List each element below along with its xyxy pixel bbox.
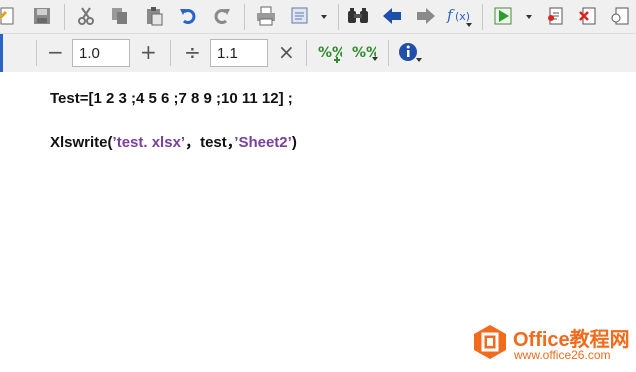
- increment-value-input[interactable]: [72, 39, 130, 67]
- decrement-button[interactable]: −: [47, 40, 64, 64]
- copy-icon[interactable]: [108, 4, 132, 28]
- redo-icon[interactable]: [210, 4, 234, 28]
- code-line-1: Test=[1 2 3 ;4 5 6 ;7 8 9 ;10 11 12] ;: [50, 90, 293, 107]
- watermark-logo: Office教程网 www.office26.com: [472, 320, 636, 366]
- divide-button[interactable]: ÷: [184, 40, 201, 64]
- toolbar-separator: [244, 4, 245, 30]
- back-arrow-icon[interactable]: [380, 4, 404, 28]
- watermark-url-text: www.office26.com: [514, 348, 611, 362]
- multiply-button[interactable]: ×: [278, 40, 295, 64]
- toolbar-separator: [482, 4, 483, 30]
- find-icon[interactable]: [346, 4, 370, 28]
- toolbar-separator: [306, 40, 307, 66]
- save-icon[interactable]: [30, 4, 54, 28]
- chevron-down-icon[interactable]: [526, 15, 532, 19]
- undo-icon[interactable]: [176, 4, 200, 28]
- code-string: test. xlsx: [116, 134, 181, 151]
- document-icon[interactable]: [0, 4, 18, 28]
- close-document-icon[interactable]: [608, 4, 632, 28]
- code-token: ): [291, 134, 297, 151]
- toolbar-separator: [36, 40, 37, 66]
- cell-mode-icon[interactable]: %%: [352, 42, 376, 66]
- toolbar-separator: [64, 4, 65, 30]
- svg-text:(x): (x): [455, 10, 470, 23]
- forward-arrow-icon[interactable]: [414, 4, 438, 28]
- paste-icon[interactable]: [142, 4, 166, 28]
- print-icon[interactable]: [254, 4, 278, 28]
- print-preview-icon[interactable]: [288, 4, 312, 28]
- cell-mode-plus-icon[interactable]: %%: [318, 42, 342, 66]
- cell-toolbar: − + ÷ × %% %%: [0, 34, 636, 72]
- toolbar-separator: [338, 4, 339, 30]
- chevron-down-icon[interactable]: [466, 23, 472, 27]
- clear-icon[interactable]: [576, 4, 600, 28]
- svg-text:f: f: [446, 6, 455, 24]
- svg-text:%%: %%: [318, 45, 342, 61]
- code-string: Sheet2: [238, 134, 288, 151]
- main-toolbar: f (x): [0, 0, 636, 34]
- publish-icon[interactable]: [544, 4, 568, 28]
- chevron-down-icon[interactable]: [416, 58, 422, 62]
- cut-icon[interactable]: [74, 4, 98, 28]
- divide-value-input[interactable]: [210, 39, 268, 67]
- increment-button[interactable]: +: [140, 40, 157, 64]
- code-token: Xlswrite(: [50, 134, 113, 151]
- toolbar-separator: [388, 40, 389, 66]
- code-token: ，test，: [185, 134, 235, 151]
- run-icon[interactable]: [492, 4, 516, 28]
- code-line-2: Xlswrite(’test. xlsx’，test，’Sheet2’): [50, 131, 297, 152]
- toolbar-separator: [170, 40, 171, 66]
- office-logo-icon: [472, 324, 508, 365]
- chevron-down-icon[interactable]: [372, 57, 378, 61]
- chevron-down-icon[interactable]: [321, 15, 327, 19]
- active-cell-marker: [0, 34, 3, 72]
